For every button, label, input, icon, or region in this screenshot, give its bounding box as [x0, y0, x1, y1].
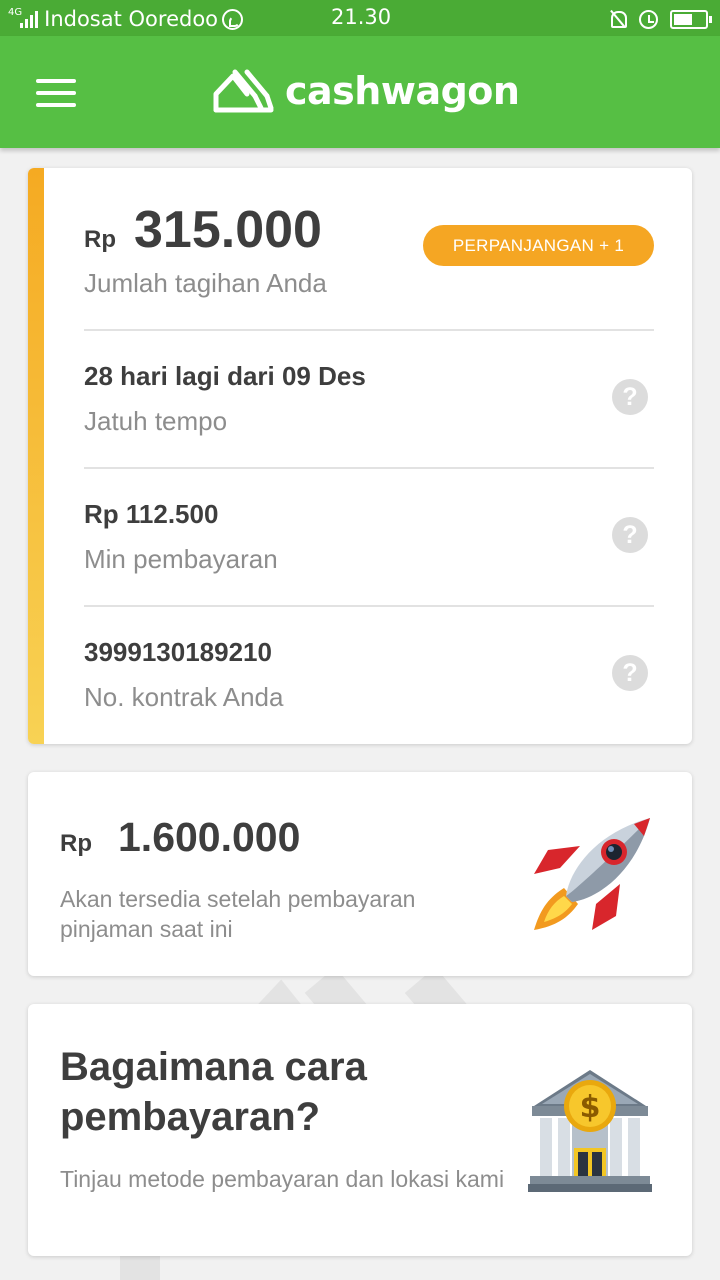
contract-number-label: No. kontrak Anda: [84, 682, 284, 712]
bill-amount: Rp 315.000: [84, 200, 322, 260]
battery-icon: [670, 9, 712, 29]
min-payment-value: Rp 112.500: [84, 499, 219, 529]
logo-mark-icon: [213, 69, 274, 113]
offer-amount-value: 1.600.000: [118, 814, 301, 860]
status-left: 4G Indosat Ooredoo: [8, 5, 244, 33]
signal-icon: [20, 10, 40, 28]
bank-icon: $: [528, 1070, 652, 1192]
bank-coin-symbol: $: [580, 1090, 601, 1125]
menu-icon-line: [36, 103, 76, 107]
card-accent-bar: [28, 168, 44, 744]
due-date-label: Jatuh tempo: [84, 406, 228, 436]
menu-button[interactable]: [36, 79, 76, 107]
currency-label: Rp: [84, 226, 116, 253]
status-bar: 4G Indosat Ooredoo 21.30: [0, 0, 720, 36]
menu-icon-line: [36, 79, 76, 83]
how-to-pay-card[interactable]: Bagaimana cara pembayaran? Tinjau metode…: [28, 1004, 692, 1256]
carrier-name: Indosat Ooredoo: [44, 7, 219, 31]
clock: 21.30: [331, 5, 392, 29]
offer-amount: Rp 1.600.000: [60, 814, 300, 861]
divider: [84, 467, 654, 469]
min-payment-help-icon[interactable]: ?: [612, 517, 648, 553]
divider: [84, 329, 654, 331]
whatsapp-icon: [222, 8, 244, 30]
alarm-icon: [639, 9, 658, 29]
network-type: 4G: [8, 6, 23, 18]
bill-amount-value: 315.000: [134, 201, 322, 259]
due-date-value: 28 hari lagi dari 09 Des: [84, 361, 366, 391]
brand-logo: cashwagon: [213, 66, 520, 116]
brand-name: cashwagon: [285, 69, 520, 113]
bell-off-icon: [609, 10, 627, 28]
menu-icon-line: [36, 91, 76, 95]
contract-number-value: 3999130189210: [84, 637, 272, 667]
offer-note: Akan tersedia setelah pembayaran pinjama…: [60, 886, 416, 942]
app-bar: cashwagon: [0, 36, 720, 148]
contract-help-icon[interactable]: ?: [612, 655, 648, 691]
status-right: [609, 6, 712, 32]
currency-label: Rp: [60, 830, 92, 857]
extend-button[interactable]: PERPANJANGAN + 1: [423, 225, 654, 266]
how-to-pay-title: Bagaimana cara pembayaran?: [60, 1045, 367, 1139]
rocket-icon: [534, 818, 650, 930]
next-loan-card[interactable]: Rp 1.600.000 Akan tersedia setelah pemba…: [28, 772, 692, 976]
min-payment-label: Min pembayaran: [84, 544, 278, 574]
bill-amount-label: Jumlah tagihan Anda: [84, 268, 327, 298]
bill-card: Rp 315.000 Jumlah tagihan Anda PERPANJAN…: [28, 168, 692, 744]
due-date-help-icon[interactable]: ?: [612, 379, 648, 415]
how-to-pay-note: Tinjau metode pembayaran dan lokasi kami: [60, 1166, 505, 1192]
divider: [84, 605, 654, 607]
